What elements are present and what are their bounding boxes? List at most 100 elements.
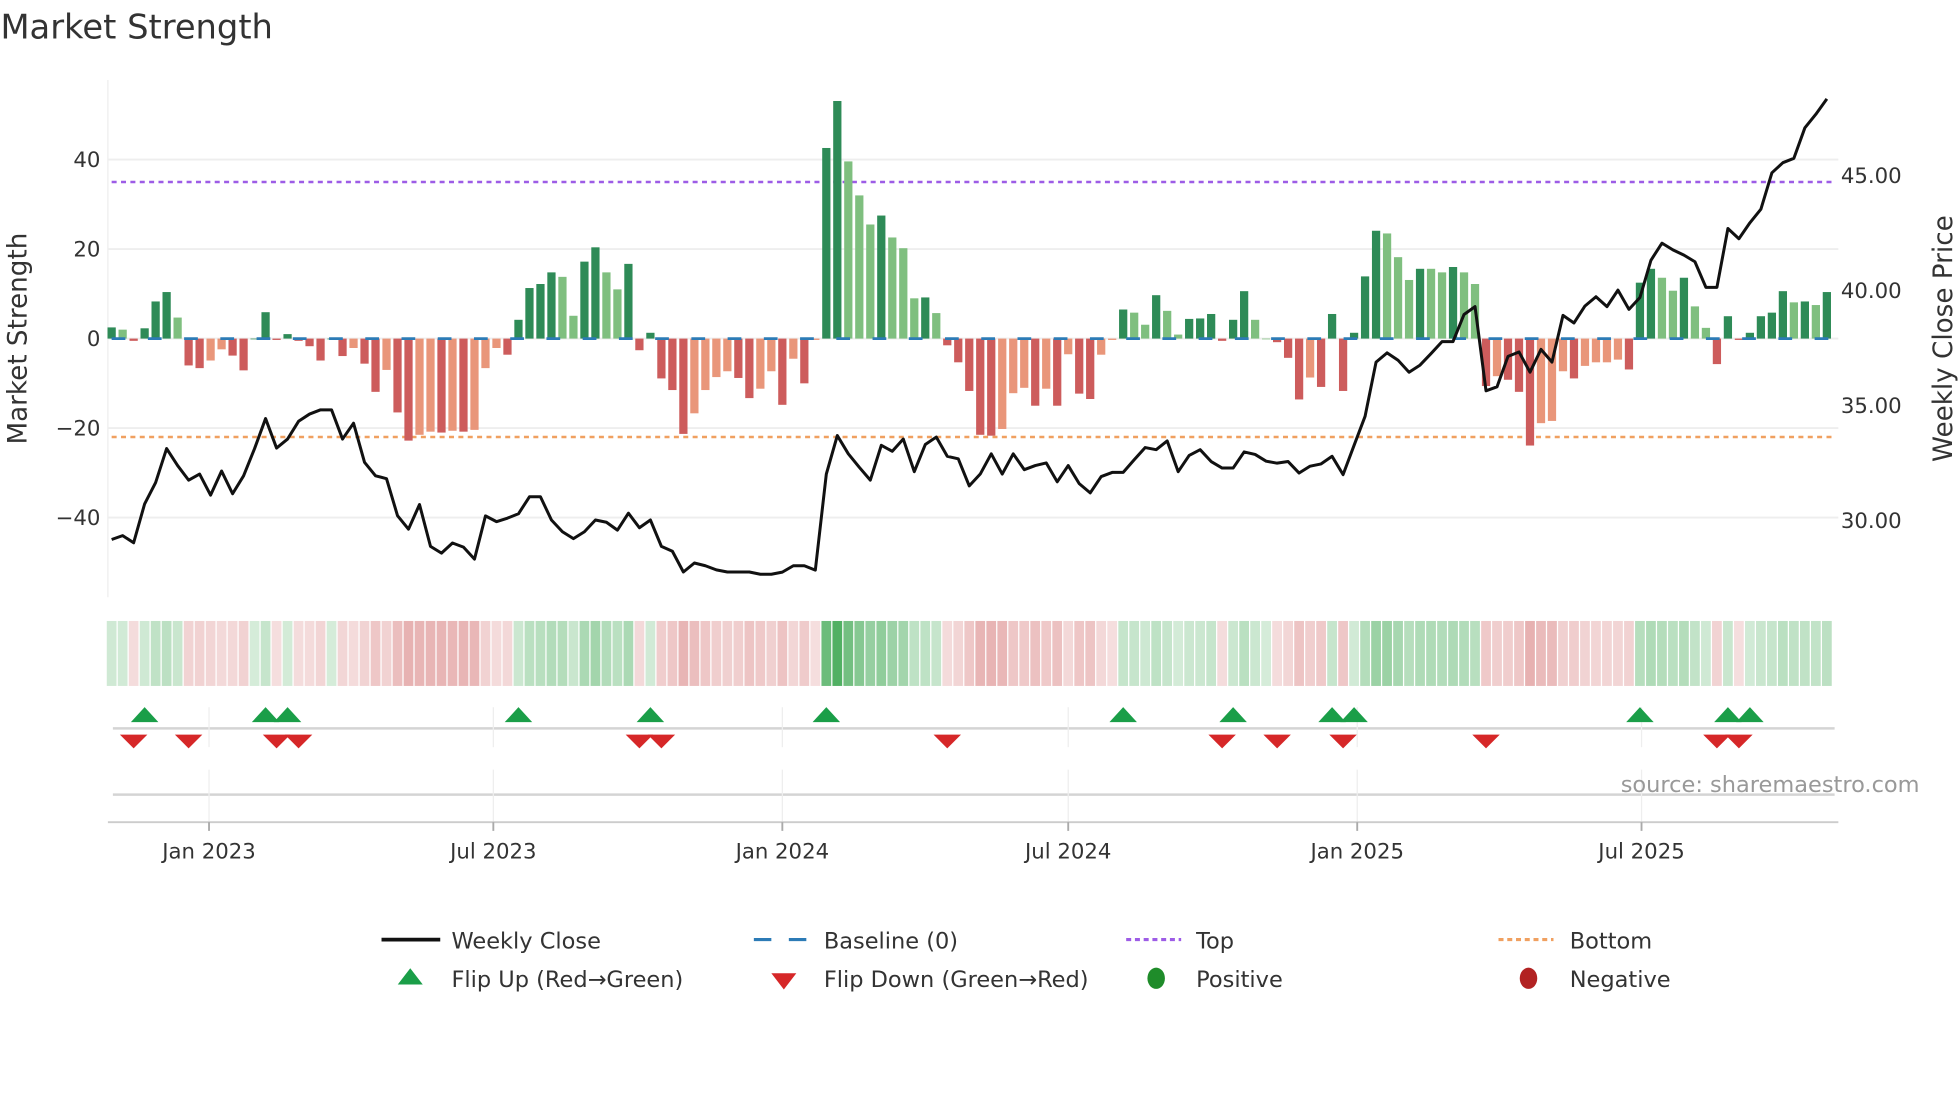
strength-bar [492, 338, 501, 348]
strip-cell [414, 620, 425, 686]
flip-down-marker [625, 734, 654, 749]
strip-cell [1723, 620, 1733, 686]
strip-cell [392, 620, 403, 686]
strip-cell [128, 620, 139, 686]
strip-cell [568, 620, 579, 686]
flip-markers-panel [112, 707, 1835, 823]
strength-bar [987, 338, 996, 436]
strength-bar [602, 272, 611, 339]
y2-tick-label: 40.00 [1841, 279, 1902, 304]
strength-bar [151, 301, 160, 339]
strength-bar [129, 338, 138, 341]
strip-cell [1481, 620, 1491, 686]
strength-bar [1679, 277, 1689, 339]
strip-cell [1206, 620, 1217, 686]
strip-cell [1184, 620, 1195, 686]
strength-bar [1042, 338, 1051, 389]
strip-cell [1810, 620, 1821, 686]
strip-cell [612, 620, 623, 686]
strength-bar [580, 261, 589, 339]
strip-cell [117, 620, 128, 686]
strip-cell [1767, 620, 1777, 686]
strength-bar [1338, 338, 1348, 391]
strip-cell [227, 620, 238, 686]
strength-bar [503, 338, 512, 355]
x-tick-label: Jan 2023 [160, 839, 256, 864]
strength-bar [1569, 338, 1579, 379]
y2-tick-label: 45.00 [1841, 164, 1902, 189]
strip-cell [788, 620, 799, 686]
strength-bar [1316, 338, 1326, 387]
strip-cell [1228, 620, 1239, 686]
flip-down-marker [933, 734, 962, 749]
strip-cell [403, 620, 414, 686]
strip-cell [1646, 620, 1656, 686]
strip-cell [524, 620, 535, 686]
strip-cell [1426, 620, 1436, 686]
strength-bar [1492, 338, 1502, 377]
strip-cell [1635, 620, 1645, 686]
strength-bar [822, 147, 831, 339]
strip-cell [106, 620, 117, 686]
strength-bar [569, 315, 578, 339]
flip-up-marker [1626, 707, 1654, 723]
strength-bar [1778, 291, 1788, 339]
strip-cell [425, 620, 436, 686]
strip-cell [1217, 620, 1228, 686]
strength-bar [1624, 338, 1634, 370]
weekly-close-polyline [111, 97, 1829, 576]
strip-cell [623, 620, 634, 686]
legend-top: Top [1195, 928, 1234, 954]
strength-bar [1218, 338, 1227, 341]
strip-cell [1382, 620, 1392, 686]
strength-bar [1163, 310, 1172, 339]
strip-cell [1283, 620, 1293, 686]
strip-cell [359, 620, 370, 686]
strip-cell [183, 620, 194, 686]
legend-bottom: Bottom [1570, 928, 1652, 954]
strength-bar [1591, 338, 1601, 363]
strip-cell [337, 620, 348, 686]
strength-bar [789, 338, 798, 359]
strength-bar [1668, 290, 1678, 339]
strength-bar [349, 338, 358, 348]
legend-flip-down: Flip Down (Green→Red) [824, 967, 1089, 993]
strip-cell [326, 620, 337, 686]
strip-cell [810, 620, 821, 686]
strip-cell [1074, 620, 1085, 686]
strip-cell [1459, 620, 1469, 686]
strip-cell [1129, 620, 1140, 686]
strength-bar [855, 195, 864, 339]
strip-cell [590, 620, 601, 686]
strip-cell [689, 620, 700, 686]
strength-bar [371, 338, 380, 392]
source-label: source: sharemaestro.com [1621, 772, 1920, 798]
flip-up-marker [1736, 707, 1764, 723]
strip-cell [755, 620, 766, 686]
strength-bar [140, 328, 149, 339]
strength-bar [1294, 338, 1304, 400]
flip-down-marker [174, 734, 203, 749]
strength-bar [1415, 268, 1425, 339]
strength-bar [1009, 338, 1018, 394]
strip-cell [1415, 620, 1425, 686]
flip-down-marker [1263, 734, 1291, 749]
strip-cell [1613, 620, 1623, 686]
strip-cell [700, 620, 711, 686]
flip-down-icon [771, 973, 797, 990]
strip-cell [1107, 620, 1118, 686]
strength-bar [1141, 324, 1150, 339]
strength-bar [547, 272, 556, 339]
y-tick-label: 40 [73, 148, 100, 173]
strength-bar [624, 263, 633, 339]
y2-tick-label: 30.00 [1841, 509, 1902, 534]
strength-bar [283, 334, 292, 339]
strip-cell [1008, 620, 1019, 686]
flip-up-icon [397, 968, 423, 985]
strip-cell [1536, 620, 1546, 686]
strip-cell [1338, 620, 1348, 686]
strength-bar [866, 224, 875, 339]
strip-cell [1821, 620, 1832, 686]
strength-bar [305, 338, 314, 347]
strength-bar [1613, 338, 1623, 360]
